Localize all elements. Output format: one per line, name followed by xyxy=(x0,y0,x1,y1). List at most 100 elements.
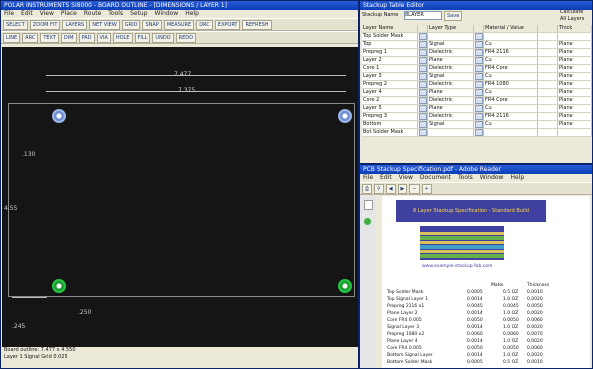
table-row[interactable]: Prepreg 3 Dielectric FR4 2116 Plane xyxy=(362,113,592,121)
table-cell[interactable]: Dielectric xyxy=(428,113,474,120)
toolbar1-button-8[interactable]: EXPORT xyxy=(214,19,241,30)
table-cell[interactable]: Plane xyxy=(558,97,592,104)
table-cell[interactable]: Layer 4 xyxy=(362,89,418,96)
table-cell[interactable]: Cu xyxy=(484,41,538,48)
table-row[interactable]: Top Solder Mask xyxy=(362,33,592,41)
table-row[interactable]: Bottom Signal Cu Plane xyxy=(362,121,592,129)
table-cell[interactable] xyxy=(484,33,538,40)
table-cell[interactable]: FR4 Core xyxy=(484,97,538,104)
dropdown-arrow-icon[interactable] xyxy=(418,33,428,40)
table-cell[interactable] xyxy=(558,33,592,40)
dropdown-arrow-icon[interactable] xyxy=(418,113,428,120)
table-cell[interactable] xyxy=(428,33,474,40)
print-icon[interactable]: ⎙ xyxy=(362,183,373,194)
toolbar1-button-3[interactable]: NET VIEW xyxy=(89,19,120,30)
pdf-menu-item-3[interactable]: Document xyxy=(420,174,451,181)
table-cell[interactable] xyxy=(538,57,558,64)
dropdown-arrow-icon[interactable] xyxy=(474,73,484,80)
cad-menu-item-6[interactable]: Setup xyxy=(130,10,147,17)
dropdown-arrow-icon[interactable] xyxy=(474,49,484,56)
table-row[interactable]: Layer 3 Signal Cu Plane xyxy=(362,73,592,81)
cad-menu-item-7[interactable]: Window xyxy=(155,10,179,17)
table-cell[interactable] xyxy=(428,129,474,136)
toolbar1-button-5[interactable]: SNAP xyxy=(142,19,162,30)
table-cell[interactable]: FR4 2116 xyxy=(484,49,538,56)
mounting-hole-top-left[interactable] xyxy=(52,109,66,123)
table-cell[interactable] xyxy=(538,33,558,40)
table-cell[interactable]: Cu xyxy=(484,105,538,112)
table-cell[interactable]: Bot Solder Mask xyxy=(362,129,418,136)
dropdown-arrow-icon[interactable] xyxy=(474,65,484,72)
table-cell[interactable] xyxy=(484,129,538,136)
stack-name-input[interactable]: 8LAYER xyxy=(404,11,442,20)
prev-page-icon[interactable]: ◀ xyxy=(385,183,396,194)
toolbar1-button-4[interactable]: GRID xyxy=(121,19,141,30)
toolbar2-button-7[interactable]: FILL xyxy=(134,32,151,43)
table-cell[interactable]: Plane xyxy=(558,81,592,88)
table-cell[interactable]: Prepreg 1 xyxy=(362,49,418,56)
table-cell[interactable]: FR4 2116 xyxy=(484,113,538,120)
dropdown-arrow-icon[interactable] xyxy=(474,33,484,40)
toolbar1-button-6[interactable]: MEASURE xyxy=(163,19,195,30)
cad-menu-item-2[interactable]: View xyxy=(40,10,54,17)
toolbar2-button-4[interactable]: PAD xyxy=(78,32,95,43)
table-cell[interactable]: Core 2 xyxy=(362,97,418,104)
table-cell[interactable]: Plane xyxy=(558,121,592,128)
pcb-canvas[interactable]: 7.477 7.375 .130 4.55 .245 .250 xyxy=(2,47,358,347)
table-cell[interactable] xyxy=(538,129,558,136)
mounting-hole-bottom-left[interactable] xyxy=(52,279,66,293)
table-cell[interactable]: Plane xyxy=(558,113,592,120)
toolbar1-button-9[interactable]: REFRESH xyxy=(242,19,272,30)
table-cell[interactable]: Bottom xyxy=(362,121,418,128)
table-row[interactable]: Core 1 Dielectric FR4 Core Plane xyxy=(362,65,592,73)
pdf-menu-item-6[interactable]: Help xyxy=(510,174,524,181)
pdf-menu-item-1[interactable]: Edit xyxy=(380,174,392,181)
table-cell[interactable]: Plane xyxy=(558,41,592,48)
table-cell[interactable]: Layer 5 xyxy=(362,105,418,112)
table-row[interactable]: Layer 5 Plane Cu Plane xyxy=(362,105,592,113)
table-cell[interactable] xyxy=(538,73,558,80)
toolbar1-button-0[interactable]: SELECT xyxy=(3,19,28,30)
table-cell[interactable]: Cu xyxy=(484,73,538,80)
toolbar2-button-0[interactable]: LINE xyxy=(3,32,21,43)
bookmark-icon[interactable] xyxy=(364,200,373,210)
table-cell[interactable] xyxy=(538,81,558,88)
mounting-hole-bottom-right[interactable] xyxy=(338,279,352,293)
table-cell[interactable] xyxy=(538,97,558,104)
table-cell[interactable]: Cu xyxy=(484,57,538,64)
table-cell[interactable]: Signal xyxy=(428,73,474,80)
save-button[interactable]: Save xyxy=(444,11,463,21)
cad-menu-item-8[interactable]: Help xyxy=(185,10,199,17)
table-cell[interactable]: Dielectric xyxy=(428,49,474,56)
dropdown-arrow-icon[interactable] xyxy=(474,105,484,112)
table-cell[interactable] xyxy=(538,121,558,128)
table-cell[interactable]: Top xyxy=(362,41,418,48)
toolbar1-button-2[interactable]: LAYERS xyxy=(62,19,88,30)
table-row[interactable]: Top Signal Cu Plane xyxy=(362,41,592,49)
table-cell[interactable]: Dielectric xyxy=(428,97,474,104)
table-cell[interactable]: Top Solder Mask xyxy=(362,33,418,40)
table-cell[interactable]: Dielectric xyxy=(428,65,474,72)
table-cell[interactable]: Layer 3 xyxy=(362,73,418,80)
toolbar1-button-7[interactable]: DRC xyxy=(196,19,213,30)
table-cell[interactable]: Plane xyxy=(558,57,592,64)
pdf-menu-item-2[interactable]: View xyxy=(399,174,413,181)
dropdown-arrow-icon[interactable] xyxy=(474,41,484,48)
table-cell[interactable] xyxy=(538,113,558,120)
table-cell[interactable] xyxy=(538,89,558,96)
table-cell[interactable] xyxy=(538,49,558,56)
dropdown-arrow-icon[interactable] xyxy=(418,65,428,72)
dropdown-arrow-icon[interactable] xyxy=(418,121,428,128)
table-cell[interactable]: Layer 2 xyxy=(362,57,418,64)
table-cell[interactable]: Cu xyxy=(484,121,538,128)
dropdown-arrow-icon[interactable] xyxy=(418,129,428,136)
dropdown-arrow-icon[interactable] xyxy=(474,89,484,96)
attachment-icon[interactable] xyxy=(364,218,371,225)
table-cell[interactable] xyxy=(558,129,592,136)
table-cell[interactable]: Plane xyxy=(558,65,592,72)
dropdown-arrow-icon[interactable] xyxy=(418,81,428,88)
table-row[interactable]: Prepreg 2 Dielectric FR4 1080 Plane xyxy=(362,81,592,89)
dropdown-arrow-icon[interactable] xyxy=(418,89,428,96)
table-cell[interactable]: Plane xyxy=(558,105,592,112)
cad-menu-item-3[interactable]: Place xyxy=(61,10,77,17)
